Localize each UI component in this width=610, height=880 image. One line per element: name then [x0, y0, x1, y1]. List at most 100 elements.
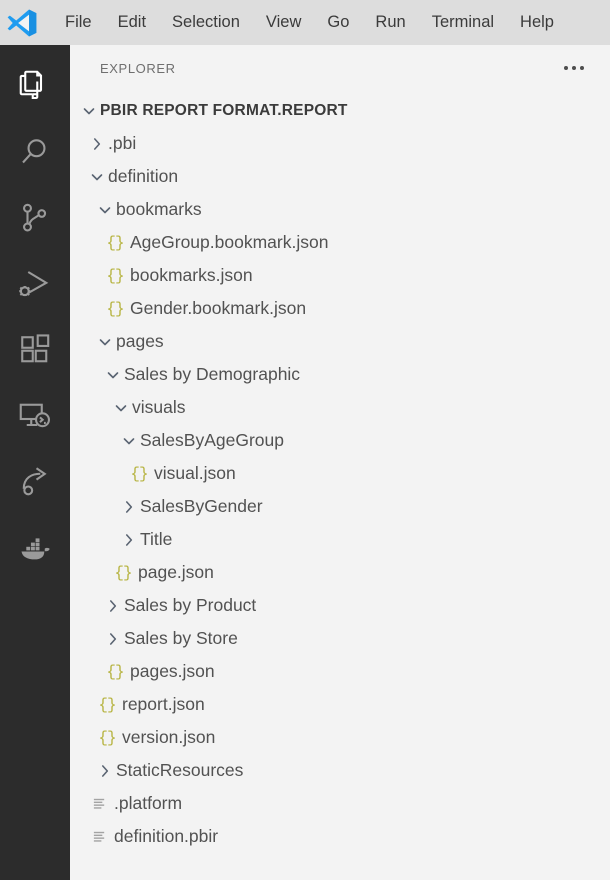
- sidebar-title: EXPLORER: [100, 60, 176, 76]
- sidebar-header: EXPLORER: [70, 45, 610, 91]
- twisty-expanded[interactable]: [102, 367, 124, 383]
- tree-row-label: visuals: [132, 397, 186, 417]
- menu-file[interactable]: File: [52, 10, 105, 36]
- twisty-expanded[interactable]: [78, 103, 100, 119]
- tree-row-label: .pbi: [108, 133, 137, 153]
- tree-row-label: AgeGroup.bookmark.json: [130, 232, 329, 252]
- twisty-expanded[interactable]: [110, 400, 132, 416]
- tree-row[interactable]: PBIR REPORT FORMAT.REPORT: [70, 94, 610, 127]
- tree-row[interactable]: {} visual.json: [70, 457, 610, 490]
- tree-row-label: version.json: [122, 727, 216, 747]
- menu-go[interactable]: Go: [314, 10, 362, 36]
- tree-row[interactable]: definition: [70, 160, 610, 193]
- activity-item-search[interactable]: [0, 119, 70, 185]
- twisty-collapsed[interactable]: [94, 763, 116, 779]
- chevron-down-icon: [107, 371, 119, 378]
- tree-row[interactable]: pages: [70, 325, 610, 358]
- json-file-icon: {}: [126, 465, 152, 483]
- tree-row[interactable]: {} bookmarks.json: [70, 259, 610, 292]
- tree-row-label: PBIR REPORT FORMAT.REPORT: [100, 101, 348, 119]
- twisty-collapsed[interactable]: [102, 631, 124, 647]
- json-braces-glyph: {}: [98, 695, 116, 714]
- chevron-right-icon: [110, 599, 117, 612]
- twisty-expanded[interactable]: [94, 202, 116, 218]
- generic-file-icon: [86, 796, 112, 811]
- file-tree: PBIR REPORT FORMAT.REPORT .pbi definition b…: [70, 91, 610, 880]
- tree-row[interactable]: {} Gender.bookmark.json: [70, 292, 610, 325]
- menu-view[interactable]: View: [253, 10, 314, 36]
- tree-row[interactable]: Sales by Product: [70, 589, 610, 622]
- twisty-expanded[interactable]: [94, 334, 116, 350]
- tree-row-label: SalesByAgeGroup: [140, 430, 284, 450]
- activity-item-docker[interactable]: [0, 515, 70, 581]
- extensions-icon: [21, 334, 50, 363]
- tree-row[interactable]: {} pages.json: [70, 655, 610, 688]
- chevron-down-icon: [99, 206, 111, 213]
- tree-row-label: Sales by Store: [124, 628, 238, 648]
- json-file-icon: {}: [94, 696, 120, 714]
- menu-bar: File Edit Selection View Go Run Terminal…: [0, 0, 610, 45]
- vscode-window: File Edit Selection View Go Run Terminal…: [0, 0, 610, 880]
- json-file-icon: {}: [102, 267, 128, 285]
- json-braces-glyph: {}: [114, 563, 132, 582]
- tree-row-label: pages: [116, 331, 164, 351]
- tree-row-label: definition: [108, 166, 179, 186]
- vscode-logo: [7, 9, 37, 36]
- tree-row[interactable]: {} report.json: [70, 688, 610, 721]
- tree-row-label: Title: [140, 529, 173, 549]
- tree-row-label: bookmarks: [116, 199, 202, 219]
- tree-row-label: bookmarks.json: [130, 265, 253, 285]
- tree-row[interactable]: {} AgeGroup.bookmark.json: [70, 226, 610, 259]
- twisty-expanded[interactable]: [86, 169, 108, 185]
- tree-row[interactable]: {} page.json: [70, 556, 610, 589]
- json-file-icon: {}: [110, 564, 136, 582]
- ellipsis-dot: [564, 66, 568, 70]
- generic-file-icon: [86, 829, 112, 844]
- activity-item-explorer[interactable]: [0, 53, 70, 119]
- tree-row[interactable]: .platform: [70, 787, 610, 820]
- chevron-right-icon: [126, 533, 133, 546]
- activity-item-remote-explorer[interactable]: [0, 383, 70, 449]
- activity-item-source-control[interactable]: [0, 185, 70, 251]
- tree-row[interactable]: SalesByGender: [70, 490, 610, 523]
- json-braces-glyph: {}: [98, 728, 116, 747]
- activity-item-extensions[interactable]: [0, 317, 70, 383]
- ellipsis-dot: [580, 66, 584, 70]
- json-file-icon: {}: [102, 663, 128, 681]
- json-braces-glyph: {}: [106, 662, 124, 681]
- source-control-icon: [22, 203, 47, 232]
- tree-row-label: StaticResources: [116, 760, 244, 780]
- twisty-collapsed[interactable]: [118, 532, 140, 548]
- tree-row[interactable]: StaticResources: [70, 754, 610, 787]
- menu-terminal[interactable]: Terminal: [419, 10, 507, 36]
- ellipsis-icon[interactable]: [558, 60, 590, 76]
- tree-row-label: visual.json: [154, 463, 236, 483]
- menu-run[interactable]: Run: [362, 10, 418, 36]
- chevron-down-icon: [123, 437, 135, 444]
- tree-row[interactable]: bookmarks: [70, 193, 610, 226]
- tree-row[interactable]: Sales by Demographic: [70, 358, 610, 391]
- chevron-down-icon: [99, 338, 111, 345]
- twisty-expanded[interactable]: [118, 433, 140, 449]
- remote-explorer-icon: [19, 403, 51, 428]
- tree-row[interactable]: Sales by Store: [70, 622, 610, 655]
- twisty-collapsed[interactable]: [86, 136, 108, 152]
- tree-row[interactable]: SalesByAgeGroup: [70, 424, 610, 457]
- menu-help[interactable]: Help: [507, 10, 567, 36]
- tree-row[interactable]: Title: [70, 523, 610, 556]
- activity-item-share[interactable]: [0, 449, 70, 515]
- tree-row[interactable]: visuals: [70, 391, 610, 424]
- menu-edit[interactable]: Edit: [105, 10, 159, 36]
- twisty-collapsed[interactable]: [102, 598, 124, 614]
- tree-row[interactable]: {} version.json: [70, 721, 610, 754]
- tree-row[interactable]: .pbi: [70, 127, 610, 160]
- chevron-right-icon: [110, 632, 117, 645]
- menu-items: File Edit Selection View Go Run Terminal…: [52, 10, 567, 36]
- share-arrow-icon: [22, 467, 47, 496]
- twisty-collapsed[interactable]: [118, 499, 140, 515]
- tree-row-label: .platform: [114, 793, 183, 813]
- chevron-down-icon: [91, 173, 103, 180]
- activity-item-run-debug[interactable]: [0, 251, 70, 317]
- menu-selection[interactable]: Selection: [159, 10, 253, 36]
- tree-row[interactable]: definition.pbir: [70, 820, 610, 853]
